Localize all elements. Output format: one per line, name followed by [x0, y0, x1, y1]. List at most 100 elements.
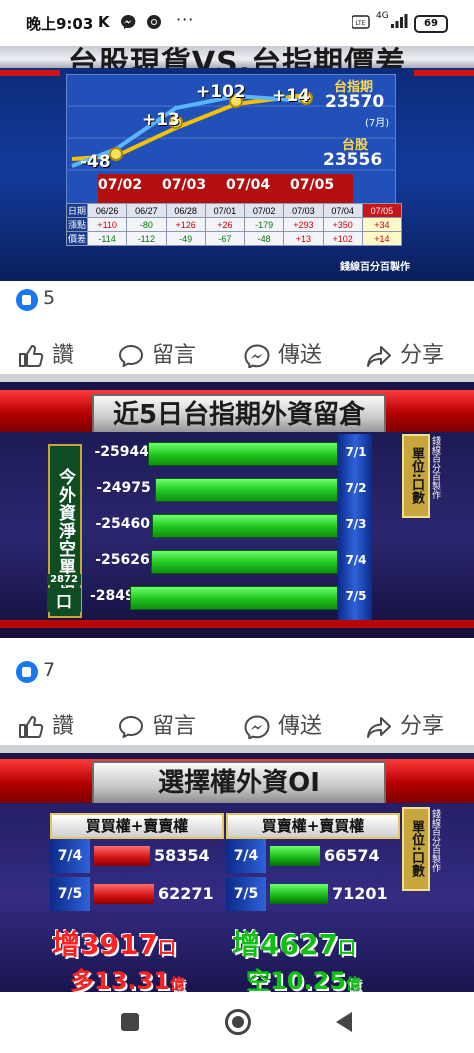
comment-icon: [119, 716, 143, 738]
table-cell: 07/05: [361, 203, 403, 218]
table-cell: +126: [165, 217, 206, 232]
share-button[interactable]: 分享: [366, 337, 444, 369]
like-count: 7: [43, 659, 56, 681]
post-separator: [0, 374, 474, 382]
like-button[interactable]: 讚: [18, 337, 74, 369]
comment-icon: [119, 345, 143, 367]
position-date: 7/2: [345, 481, 367, 495]
status-bar: 晚上9:03 K ··· LTE 4G 69: [0, 0, 474, 46]
messenger-icon: [244, 344, 270, 370]
recent-apps-button[interactable]: [121, 1013, 139, 1031]
send-button[interactable]: 傳送: [244, 337, 322, 370]
navigation-bar: [0, 992, 474, 1053]
image-watermark: 錢線百分百製作: [340, 262, 410, 273]
chart-x-axis: 07/02 07/03 07/04 07/05: [98, 177, 368, 199]
right-change-value: 4627: [260, 928, 338, 961]
right-change-unit: 口: [337, 938, 356, 959]
futures-value: 23570: [325, 92, 385, 112]
oi-date: 7/4: [226, 839, 266, 873]
post-actions: 讚 留言 傳送 分享: [0, 704, 474, 744]
volte-icon: LTE: [351, 14, 370, 30]
left-change-unit: 口: [157, 938, 176, 959]
image-title: 選擇權外資OI: [92, 761, 386, 805]
table-cell: +26: [204, 217, 246, 232]
table-cell: 06/26: [86, 203, 128, 218]
red-accent-right: [414, 70, 474, 76]
chart-label-neg48: -48: [80, 152, 111, 172]
bottom-red-strip: [0, 620, 474, 628]
position-bar: [148, 442, 338, 466]
position-bar: [130, 586, 338, 610]
position-bar: [151, 550, 338, 574]
battery-icon: 69: [414, 15, 448, 33]
position-value: -24975: [96, 480, 151, 496]
right-amount-value: 10.25: [270, 967, 346, 992]
right-side: 空: [246, 967, 270, 992]
oi-value: 58354: [154, 846, 210, 865]
left-change-prefix: 增: [52, 928, 81, 961]
axis-date: 07/03: [162, 177, 207, 193]
share-button[interactable]: 分享: [366, 708, 444, 740]
chrome-icon: [146, 14, 162, 30]
oi-bar: [270, 846, 320, 866]
table-cell: +102: [322, 231, 363, 246]
red-accent-left: [0, 70, 60, 76]
share-arrow-icon: [367, 717, 391, 738]
spot-value: 23556: [323, 150, 383, 170]
back-button[interactable]: [334, 1011, 354, 1037]
left-change-value: 3917: [80, 928, 158, 961]
home-dot-icon: [232, 1016, 244, 1028]
messenger-icon: [244, 715, 270, 741]
share-label: 分享: [400, 714, 445, 739]
like-button[interactable]: 讚: [18, 708, 74, 740]
position-value: -25626: [95, 552, 150, 568]
send-button[interactable]: 傳送: [244, 708, 323, 741]
messenger-icon: [120, 14, 136, 30]
table-cell: +13: [283, 231, 324, 246]
thumbs-up-icon: [19, 716, 44, 738]
right-amount-unit: 億: [345, 975, 361, 992]
left-amount-value: 13.31: [94, 967, 170, 992]
table-cell: 07/01: [204, 203, 246, 218]
oi-bar: [94, 884, 154, 904]
left-amount: 多13.31億: [70, 961, 185, 992]
oi-bar: [94, 846, 150, 866]
status-time: 晚上9:03: [26, 15, 94, 33]
post3-image[interactable]: 選擇權外資OI 買買權+賣賣權 買賣權+賣買權 單位:口數 錢線百分百製作 7/…: [0, 753, 474, 992]
reaction-summary[interactable]: 5: [0, 284, 474, 318]
position-date: 7/4: [345, 553, 367, 567]
like-reaction-icon: [16, 289, 38, 311]
table-cell: 07/04: [322, 203, 363, 218]
image-title: 近5日台指期外資留倉: [92, 394, 386, 436]
table-row-header: 漲點: [66, 217, 88, 232]
like-label: 讚: [52, 343, 75, 368]
left-amount-unit: 億: [169, 975, 185, 992]
chart-label-14: +14: [272, 86, 310, 106]
table-cell: -114: [86, 231, 128, 246]
table-cell: 07/02: [243, 203, 285, 218]
back-triangle-icon: [336, 1012, 352, 1032]
right-header: 買賣權+賣買權: [226, 813, 400, 839]
network-type: 4G: [376, 11, 389, 21]
home-button[interactable]: [225, 1009, 251, 1035]
post2-image[interactable]: 近5日台指期外資留倉 今外資淨空單增 2872 口 單位:口數 錢線百分百製作 …: [0, 382, 474, 638]
table-row-header: 價差: [66, 231, 88, 246]
oi-value: 62271: [158, 884, 214, 903]
reaction-summary[interactable]: 7: [0, 656, 474, 690]
post1-image[interactable]: 台股現貨VS.台指期價差 -48 +13 +102 +14 台指期 23570 …: [0, 46, 474, 281]
side-value: 2872: [47, 574, 81, 585]
send-label: 傳送: [278, 714, 323, 739]
table-cell: -179: [243, 217, 285, 232]
position-date: 7/3: [345, 517, 367, 531]
comment-button[interactable]: 留言: [118, 337, 196, 369]
table-cell: +293: [283, 217, 324, 232]
axis-date: 07/05: [290, 177, 335, 193]
carrier-icon: K: [98, 13, 110, 31]
comment-button[interactable]: 留言: [118, 708, 196, 740]
credit-label: 錢線百分百製作: [430, 809, 440, 872]
position-value: -25944: [94, 444, 150, 460]
oi-date: 7/4: [50, 839, 90, 873]
comment-label: 留言: [152, 714, 197, 739]
position-bar: [155, 478, 338, 502]
futures-month: (7月): [365, 118, 390, 129]
